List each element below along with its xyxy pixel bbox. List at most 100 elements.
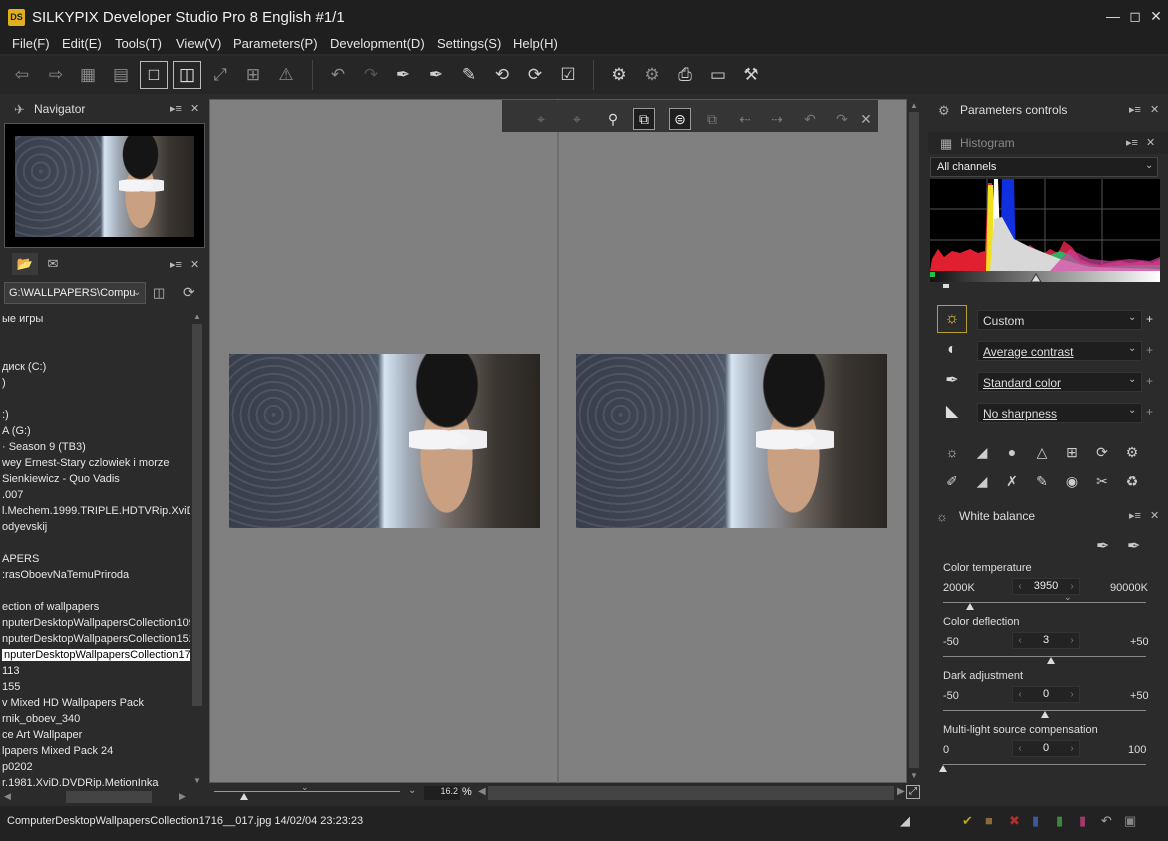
- tree-item[interactable]: nputerDesktopWallpapersCollection152: [2, 633, 190, 645]
- menu-toggle-icon[interactable]: ▸≡: [170, 102, 182, 115]
- chevron-down-icon[interactable]: ⌄: [1128, 343, 1136, 354]
- exposure-preset-select[interactable]: Custom: [977, 310, 1142, 330]
- menu-help[interactable]: Help(H): [513, 36, 558, 51]
- sharpness-icon[interactable]: ◣: [942, 402, 962, 422]
- wb-value-spinner[interactable]: ‹ 3 ›: [1012, 632, 1080, 649]
- viewer-vscroll-thumb[interactable]: [909, 112, 919, 768]
- wb-dropper-icon[interactable]: ✒: [1127, 536, 1140, 556]
- check-mark-icon[interactable]: ✔: [962, 813, 973, 829]
- wb-slider-thumb[interactable]: [939, 765, 947, 772]
- wb-slider-track[interactable]: [943, 764, 1146, 765]
- scroll-right-icon[interactable]: ▶: [897, 786, 905, 797]
- tree-item[interactable]: ection of wallpapers: [2, 601, 99, 613]
- tree-item[interactable]: ): [2, 377, 6, 389]
- tone-curve-icon[interactable]: ◢: [972, 442, 992, 462]
- tag-red-icon[interactable]: ▮: [1079, 813, 1086, 829]
- dropper-icon[interactable]: ✒: [389, 61, 417, 89]
- folder-tab-icon[interactable]: 📂: [12, 253, 38, 275]
- menu-toggle-icon[interactable]: ▸≡: [1126, 136, 1138, 149]
- menu-file[interactable]: File(F): [12, 36, 50, 51]
- tree-item[interactable]: nputerDesktopWallpapersCollection109: [2, 617, 190, 629]
- focus-point-icon[interactable]: ⌖: [566, 108, 588, 130]
- close-icon[interactable]: ✕: [1148, 8, 1164, 24]
- tree-item[interactable]: rnik_oboev_340: [2, 713, 80, 725]
- forward-arrow-icon[interactable]: ⇨: [42, 61, 70, 89]
- tree-item[interactable]: odyevskij: [2, 521, 47, 533]
- tool-icon[interactable]: ⚒: [737, 61, 765, 89]
- scroll-down-icon[interactable]: ▼: [910, 771, 918, 780]
- add-preset-button[interactable]: +: [1146, 343, 1153, 357]
- thumbnail-grid-icon[interactable]: ▦: [74, 61, 102, 89]
- add-preset-button[interactable]: +: [1146, 405, 1153, 419]
- pen-icon[interactable]: ✎: [1032, 471, 1052, 491]
- pen-dropper-icon[interactable]: ✎: [455, 61, 483, 89]
- folder-up-icon[interactable]: ◫: [153, 285, 165, 301]
- wb-value-spinner[interactable]: ‹ 0 ›: [1012, 740, 1080, 757]
- develop-settings-icon[interactable]: ⚙: [605, 61, 633, 89]
- loupe-icon[interactable]: ⚲: [602, 108, 624, 130]
- chevron-down-icon[interactable]: ⌄: [133, 287, 141, 298]
- folder-icon[interactable]: ■: [985, 813, 993, 828]
- viewer-hscroll-thumb[interactable]: [488, 786, 894, 800]
- zoom-slider-thumb[interactable]: [240, 793, 248, 800]
- menu-parameters[interactable]: Parameters(P): [233, 36, 318, 51]
- minimize-icon[interactable]: —: [1105, 8, 1121, 24]
- scissors-icon[interactable]: ✂: [1092, 471, 1112, 491]
- chevron-down-icon[interactable]: ⌄: [1128, 374, 1136, 385]
- fish-icon[interactable]: ✗: [1002, 471, 1022, 491]
- warning-icon[interactable]: ⚠: [272, 61, 300, 89]
- rotate-icon[interactable]: ⟳: [1092, 442, 1112, 462]
- histogram-slider-thumb[interactable]: [943, 284, 949, 288]
- undo-icon[interactable]: ↶: [324, 61, 352, 89]
- rotate-left-icon[interactable]: ⟲: [488, 61, 516, 89]
- close-icon[interactable]: ✕: [1146, 136, 1155, 149]
- fit-view-icon[interactable]: ⤢: [906, 785, 920, 799]
- preview-image-left[interactable]: [229, 354, 540, 528]
- wb-slider-track[interactable]: [943, 656, 1146, 657]
- single-view-icon[interactable]: □: [140, 61, 168, 89]
- gradient-icon[interactable]: ◢: [972, 471, 992, 491]
- exposure-icon[interactable]: ☼: [942, 442, 962, 462]
- tree-item[interactable]: p0202: [2, 761, 33, 773]
- compare-copy-icon[interactable]: ⧉: [633, 108, 655, 130]
- tree-item[interactable]: ce Art Wallpaper: [2, 729, 82, 741]
- tree-item[interactable]: l.Mechem.1999.TRIPLE.HDTVRip.XviD.A: [2, 505, 190, 517]
- color-pen-icon[interactable]: ✒: [942, 371, 962, 391]
- menu-edit[interactable]: Edit(E): [62, 36, 102, 51]
- close-icon[interactable]: ✕: [190, 258, 199, 271]
- tree-item[interactable]: APERS: [2, 553, 39, 565]
- comment-tab-icon[interactable]: ✉: [40, 253, 66, 275]
- tree-item[interactable]: ые игры: [2, 313, 43, 325]
- add-preset-button[interactable]: +: [1146, 374, 1153, 388]
- close-icon[interactable]: ✕: [1150, 509, 1159, 522]
- contrast-icon[interactable]: ◐: [942, 340, 962, 360]
- redo-icon[interactable]: ↷: [357, 61, 385, 89]
- highlight-icon[interactable]: △: [1032, 442, 1052, 462]
- contrast-preset-select[interactable]: Average contrast: [977, 341, 1142, 361]
- spot-icon[interactable]: ◉: [1062, 471, 1082, 491]
- sphere-icon[interactable]: ●: [1002, 442, 1022, 462]
- output-display-icon[interactable]: ▭: [704, 61, 732, 89]
- wb-dropper-icon[interactable]: ✒: [1096, 536, 1109, 556]
- preview-list-icon[interactable]: ▤: [107, 61, 135, 89]
- channel-select[interactable]: All channels: [930, 157, 1158, 177]
- prev-image-icon[interactable]: ⇠: [734, 108, 756, 130]
- folder-path-dropdown[interactable]: G:\WALLPAPERS\Compu: [4, 282, 146, 304]
- reject-icon[interactable]: ✖: [1009, 813, 1020, 829]
- tree-item[interactable]: wey Ernest-Stary czlowiek i morze: [2, 457, 170, 469]
- tree-item[interactable]: диск (C:): [2, 361, 46, 373]
- tree-scroll-thumb[interactable]: [192, 324, 202, 706]
- tree-item[interactable]: 155: [2, 681, 20, 693]
- menu-development[interactable]: Development(D): [330, 36, 425, 51]
- compare-sync-icon[interactable]: ⊜: [669, 108, 691, 130]
- sharpness-preset-select[interactable]: No sharpness: [977, 403, 1142, 423]
- tree-item[interactable]: Sienkiewicz - Quo Vadis: [2, 473, 120, 485]
- lock-icon[interactable]: ▣: [1124, 813, 1136, 829]
- undo-icon[interactable]: ↶: [799, 108, 821, 130]
- tag-blue-icon[interactable]: ▮: [1032, 813, 1039, 829]
- tree-item[interactable]: A (G:): [2, 425, 31, 437]
- compare-view-icon[interactable]: ◫: [173, 61, 201, 89]
- batch-develop-icon[interactable]: ⚙: [638, 61, 666, 89]
- maximize-icon[interactable]: ◻: [1127, 8, 1143, 24]
- scroll-down-icon[interactable]: ▼: [193, 776, 201, 785]
